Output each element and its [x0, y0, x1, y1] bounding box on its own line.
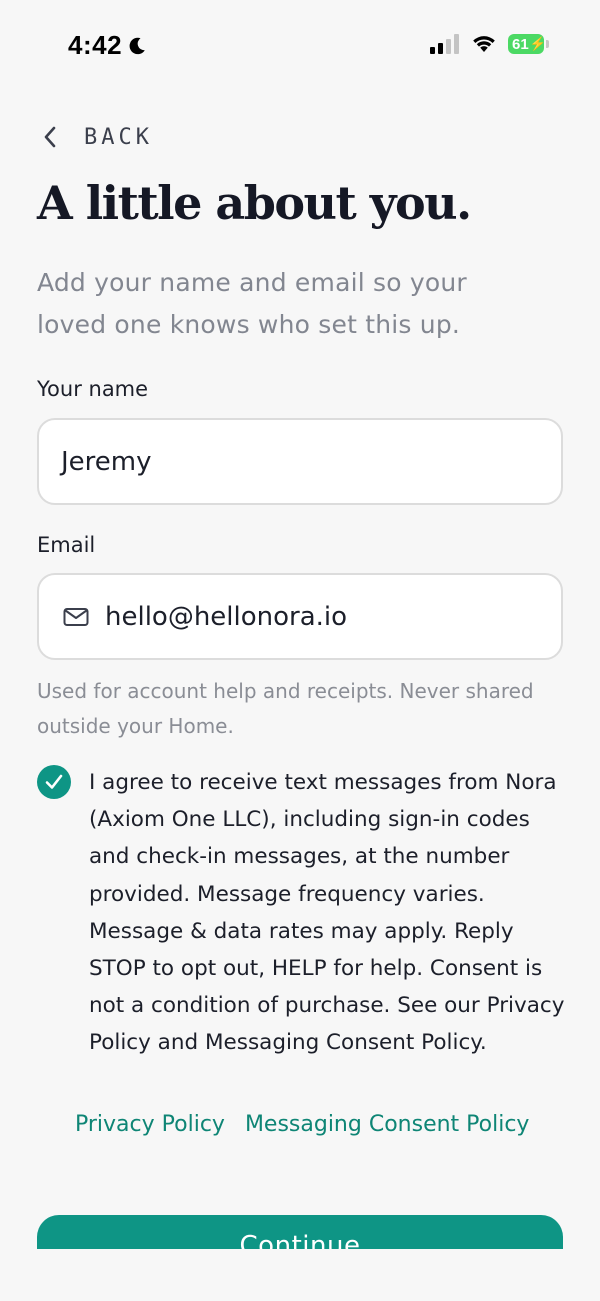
- back-label: BACK: [84, 124, 153, 150]
- messaging-consent-policy-link[interactable]: Messaging Consent Policy: [245, 1112, 530, 1137]
- privacy-policy-link[interactable]: Privacy Policy: [75, 1112, 225, 1137]
- status-time: 4:42: [68, 30, 147, 61]
- wifi-icon: [473, 36, 495, 52]
- chevron-left-icon: [44, 126, 56, 148]
- email-helper-text: Used for account help and receipts. Neve…: [37, 679, 534, 738]
- battery-level: 61 ⚡: [508, 34, 546, 54]
- status-bar: 4:42 61 ⚡: [0, 0, 600, 90]
- name-field-value: Jeremy: [61, 446, 152, 477]
- policy-links: Privacy Policy Messaging Consent Policy: [75, 1112, 529, 1137]
- battery-percent: 61: [512, 35, 529, 53]
- status-time-text: 4:42: [68, 30, 123, 60]
- battery-icon: 61 ⚡: [508, 34, 550, 54]
- name-field[interactable]: Jeremy: [37, 418, 563, 505]
- consent-text: I agree to receive text messages from No…: [89, 770, 565, 1056]
- charging-bolt-icon: ⚡: [529, 36, 546, 51]
- page-subtitle: Add your name and email so your loved on…: [37, 268, 467, 339]
- email-field-value: hello@hellonora.io: [105, 601, 348, 632]
- cellular-signal-icon: [430, 34, 459, 54]
- screen: 4:42 61 ⚡ BACK A little about you. Add y…: [0, 0, 600, 1301]
- mail-icon: [63, 607, 89, 626]
- name-label: Your name: [37, 377, 149, 401]
- checkmark-icon: [45, 774, 63, 789]
- consent-checkbox[interactable]: [37, 765, 71, 799]
- back-button[interactable]: BACK: [40, 124, 153, 150]
- email-field[interactable]: hello@hellonora.io: [37, 573, 563, 660]
- page-title: A little about you.: [37, 176, 472, 230]
- email-label: Email: [37, 533, 96, 557]
- bottom-safe-area: [0, 1249, 600, 1301]
- moon-icon: [129, 37, 145, 54]
- battery-tip: [546, 40, 549, 48]
